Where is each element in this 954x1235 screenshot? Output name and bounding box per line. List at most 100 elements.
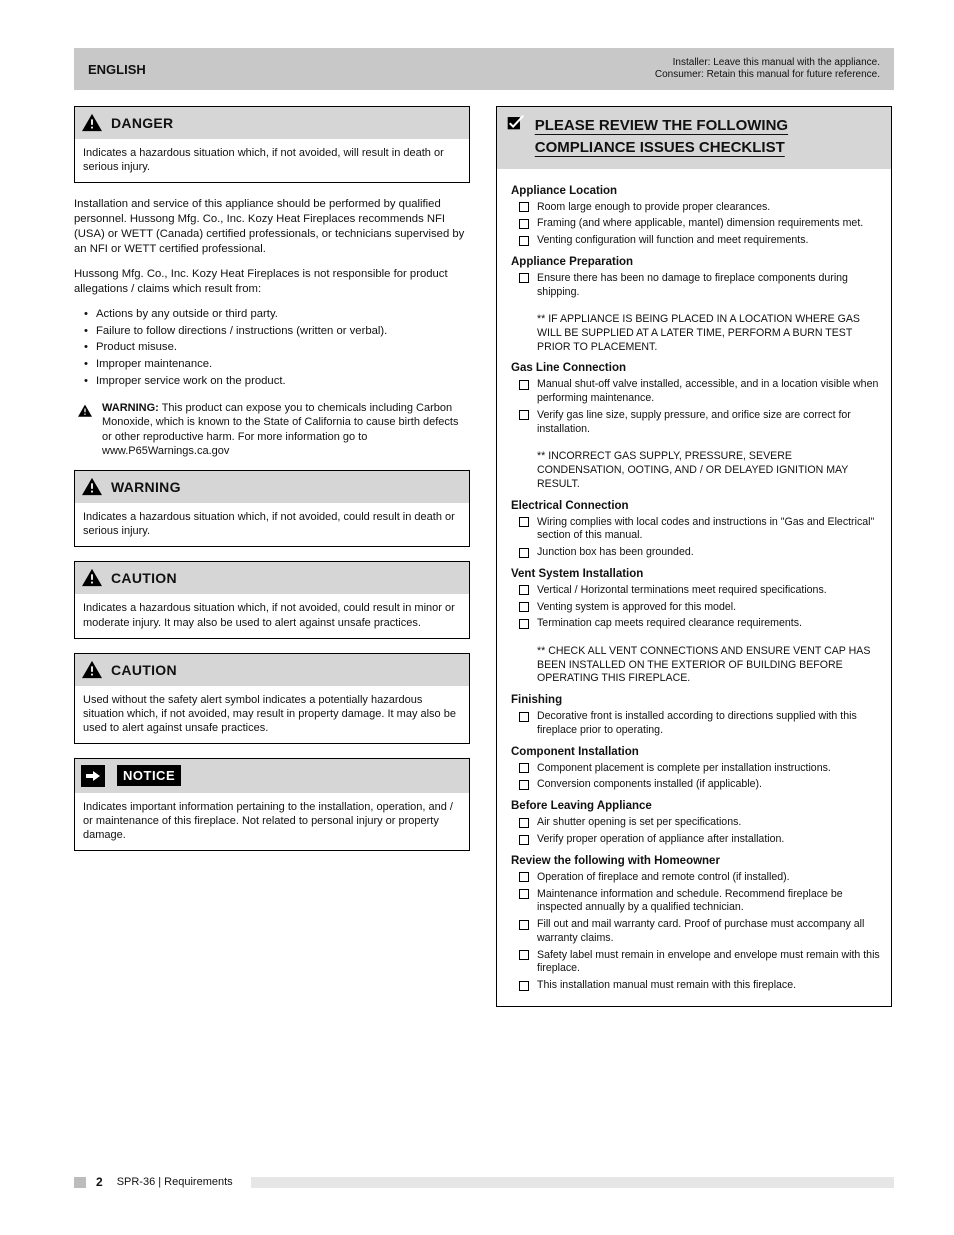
checklist-group-title: Electrical Connection xyxy=(511,500,881,512)
intro-bullet: Product misuse. xyxy=(82,340,470,355)
intro-bullet: Actions by any outside or third party. xyxy=(82,307,470,322)
checklist-item: Junction box has been grounded. xyxy=(519,546,881,560)
checklist-group-title: Before Leaving Appliance xyxy=(511,800,881,812)
checklist-item-text: Fill out and mail warranty card. Proof o… xyxy=(537,918,881,946)
checklist-item: Maintenance information and schedule. Re… xyxy=(519,888,881,916)
checkbox-icon[interactable] xyxy=(519,818,529,828)
warning-callout: WARNING Indicates a hazardous situation … xyxy=(74,470,470,547)
checklist-item-text: Wiring complies with local codes and ins… xyxy=(537,516,881,544)
checkbox-icon[interactable] xyxy=(519,585,529,595)
checklist-item-text: Component placement is complete per inst… xyxy=(537,762,881,776)
footer: 2 SPR-36 | Requirements xyxy=(74,1175,894,1189)
intro-a: Installation and service of this applian… xyxy=(74,197,470,257)
checkbox-icon[interactable] xyxy=(519,872,529,882)
checklist-item: Conversion components installed (if appl… xyxy=(519,778,881,792)
checklist-item: Safety label must remain in envelope and… xyxy=(519,949,881,977)
checklist-item: Venting system is approved for this mode… xyxy=(519,601,881,615)
checkbox-icon[interactable] xyxy=(519,548,529,558)
checkbox-icon[interactable] xyxy=(519,602,529,612)
checklist-group-title: Finishing xyxy=(511,694,881,706)
alert-icon xyxy=(74,401,96,421)
checklist-item: Operation of fireplace and remote contro… xyxy=(519,871,881,885)
intro-bullets: Actions by any outside or third party. Fa… xyxy=(82,307,470,390)
checkbox-icon[interactable] xyxy=(519,763,529,773)
checklist-item: Termination cap meets required clearance… xyxy=(519,617,881,686)
checklist-item: Venting configuration will function and … xyxy=(519,234,881,248)
checkbox-icon[interactable] xyxy=(519,236,529,246)
checkbox-icon[interactable] xyxy=(519,981,529,991)
warn-bold: WARNING: xyxy=(102,402,159,414)
caution2-label: CAUTION xyxy=(111,662,177,678)
checklist-item-text: Venting configuration will function and … xyxy=(537,234,881,248)
checklist-group-title: Review the following with Homeowner xyxy=(511,855,881,867)
alert-icon xyxy=(81,477,103,497)
checklist-group-title: Appliance Location xyxy=(511,185,881,197)
caution-label: CAUTION xyxy=(111,570,177,586)
checkbox-icon[interactable] xyxy=(519,380,529,390)
notice-body: Indicates important information pertaini… xyxy=(75,793,469,850)
checklist-item: Room large enough to provide proper clea… xyxy=(519,201,881,215)
checklist-item-text: Air shutter opening is set per specifica… xyxy=(537,816,881,830)
checkbox-icon[interactable] xyxy=(519,619,529,629)
checkbox-icon[interactable] xyxy=(519,517,529,527)
warning-body: Indicates a hazardous situation which, i… xyxy=(75,503,469,546)
intro-bullet: Improper service work on the product. xyxy=(82,374,470,389)
checkbox-icon[interactable] xyxy=(519,780,529,790)
footer-tag: SPR-36 | Requirements xyxy=(117,1176,233,1188)
checklist-item: Manual shut-off valve installed, accessi… xyxy=(519,378,881,406)
checklist-item-text: Maintenance information and schedule. Re… xyxy=(537,888,881,916)
inline-warning: WARNING: This product can expose you to … xyxy=(74,401,470,458)
checklist-item: Air shutter opening is set per specifica… xyxy=(519,816,881,830)
checkmark-icon xyxy=(507,115,525,137)
checklist-item-text: Ensure there has been no damage to firep… xyxy=(537,272,881,355)
intro-b: Hussong Mfg. Co., Inc. Kozy Heat Firepla… xyxy=(74,267,470,297)
caution2-body: Used without the safety alert symbol ind… xyxy=(75,686,469,743)
checklist-item-text: Vertical / Horizontal terminations meet … xyxy=(537,584,881,598)
alert-icon xyxy=(81,113,103,133)
checklist-title: PLEASE REVIEW THE FOLLOWING COMPLIANCE I… xyxy=(535,115,881,159)
checklist-group-title: Vent System Installation xyxy=(511,568,881,580)
checklist-group-title: Gas Line Connection xyxy=(511,362,881,374)
checklist-item: This installation manual must remain wit… xyxy=(519,979,881,993)
checklist-item-text: This installation manual must remain wit… xyxy=(537,979,881,993)
notice-label: NOTICE xyxy=(117,765,181,786)
checklist-head: PLEASE REVIEW THE FOLLOWING COMPLIANCE I… xyxy=(497,107,891,169)
danger-body: Indicates a hazardous situation which, i… xyxy=(75,139,469,182)
caution2-callout: CAUTION Used without the safety alert sy… xyxy=(74,653,470,744)
checklist-item-text: Junction box has been grounded. xyxy=(537,546,881,560)
arrow-icon xyxy=(81,765,105,787)
intro-bullet: Failure to follow directions / instructi… xyxy=(82,324,470,339)
checkbox-icon[interactable] xyxy=(519,410,529,420)
right-column: PLEASE REVIEW THE FOLLOWING COMPLIANCE I… xyxy=(496,106,892,1007)
caution-body: Indicates a hazardous situation which, i… xyxy=(75,594,469,637)
checkbox-icon[interactable] xyxy=(519,889,529,899)
checklist-item-text: Decorative front is installed according … xyxy=(537,710,881,738)
checkbox-icon[interactable] xyxy=(519,202,529,212)
checklist-item-text: Safety label must remain in envelope and… xyxy=(537,949,881,977)
checklist-item-text: Manual shut-off valve installed, accessi… xyxy=(537,378,881,406)
checklist-item: Wiring complies with local codes and ins… xyxy=(519,516,881,544)
checkbox-icon[interactable] xyxy=(519,219,529,229)
checklist-item: Framing (and where applicable, mantel) d… xyxy=(519,217,881,231)
checkbox-icon[interactable] xyxy=(519,835,529,845)
checklist-item-text: Framing (and where applicable, mantel) d… xyxy=(537,217,881,231)
checklist-item: Ensure there has been no damage to firep… xyxy=(519,272,881,355)
checklist-body: Appliance Location Room large enough to p… xyxy=(497,169,891,1006)
checklist-group-title: Appliance Preparation xyxy=(511,256,881,268)
danger-callout: DANGER Indicates a hazardous situation w… xyxy=(74,106,470,183)
checklist-item: Fill out and mail warranty card. Proof o… xyxy=(519,918,881,946)
title-bar: ENGLISH Installer: Leave this manual wit… xyxy=(74,48,894,90)
checklist-item-text: Operation of fireplace and remote contro… xyxy=(537,871,881,885)
warning-label: WARNING xyxy=(111,479,181,495)
checkbox-icon[interactable] xyxy=(519,712,529,722)
checkbox-icon[interactable] xyxy=(519,950,529,960)
checkbox-icon[interactable] xyxy=(519,273,529,283)
danger-label: DANGER xyxy=(111,115,173,131)
checklist: PLEASE REVIEW THE FOLLOWING COMPLIANCE I… xyxy=(496,106,892,1007)
checklist-group-title: Component Installation xyxy=(511,746,881,758)
intro-bullet: Improper maintenance. xyxy=(82,357,470,372)
checklist-item: Vertical / Horizontal terminations meet … xyxy=(519,584,881,598)
checkbox-icon[interactable] xyxy=(519,920,529,930)
alert-icon xyxy=(81,660,103,680)
left-column: DANGER Indicates a hazardous situation w… xyxy=(74,106,470,1007)
